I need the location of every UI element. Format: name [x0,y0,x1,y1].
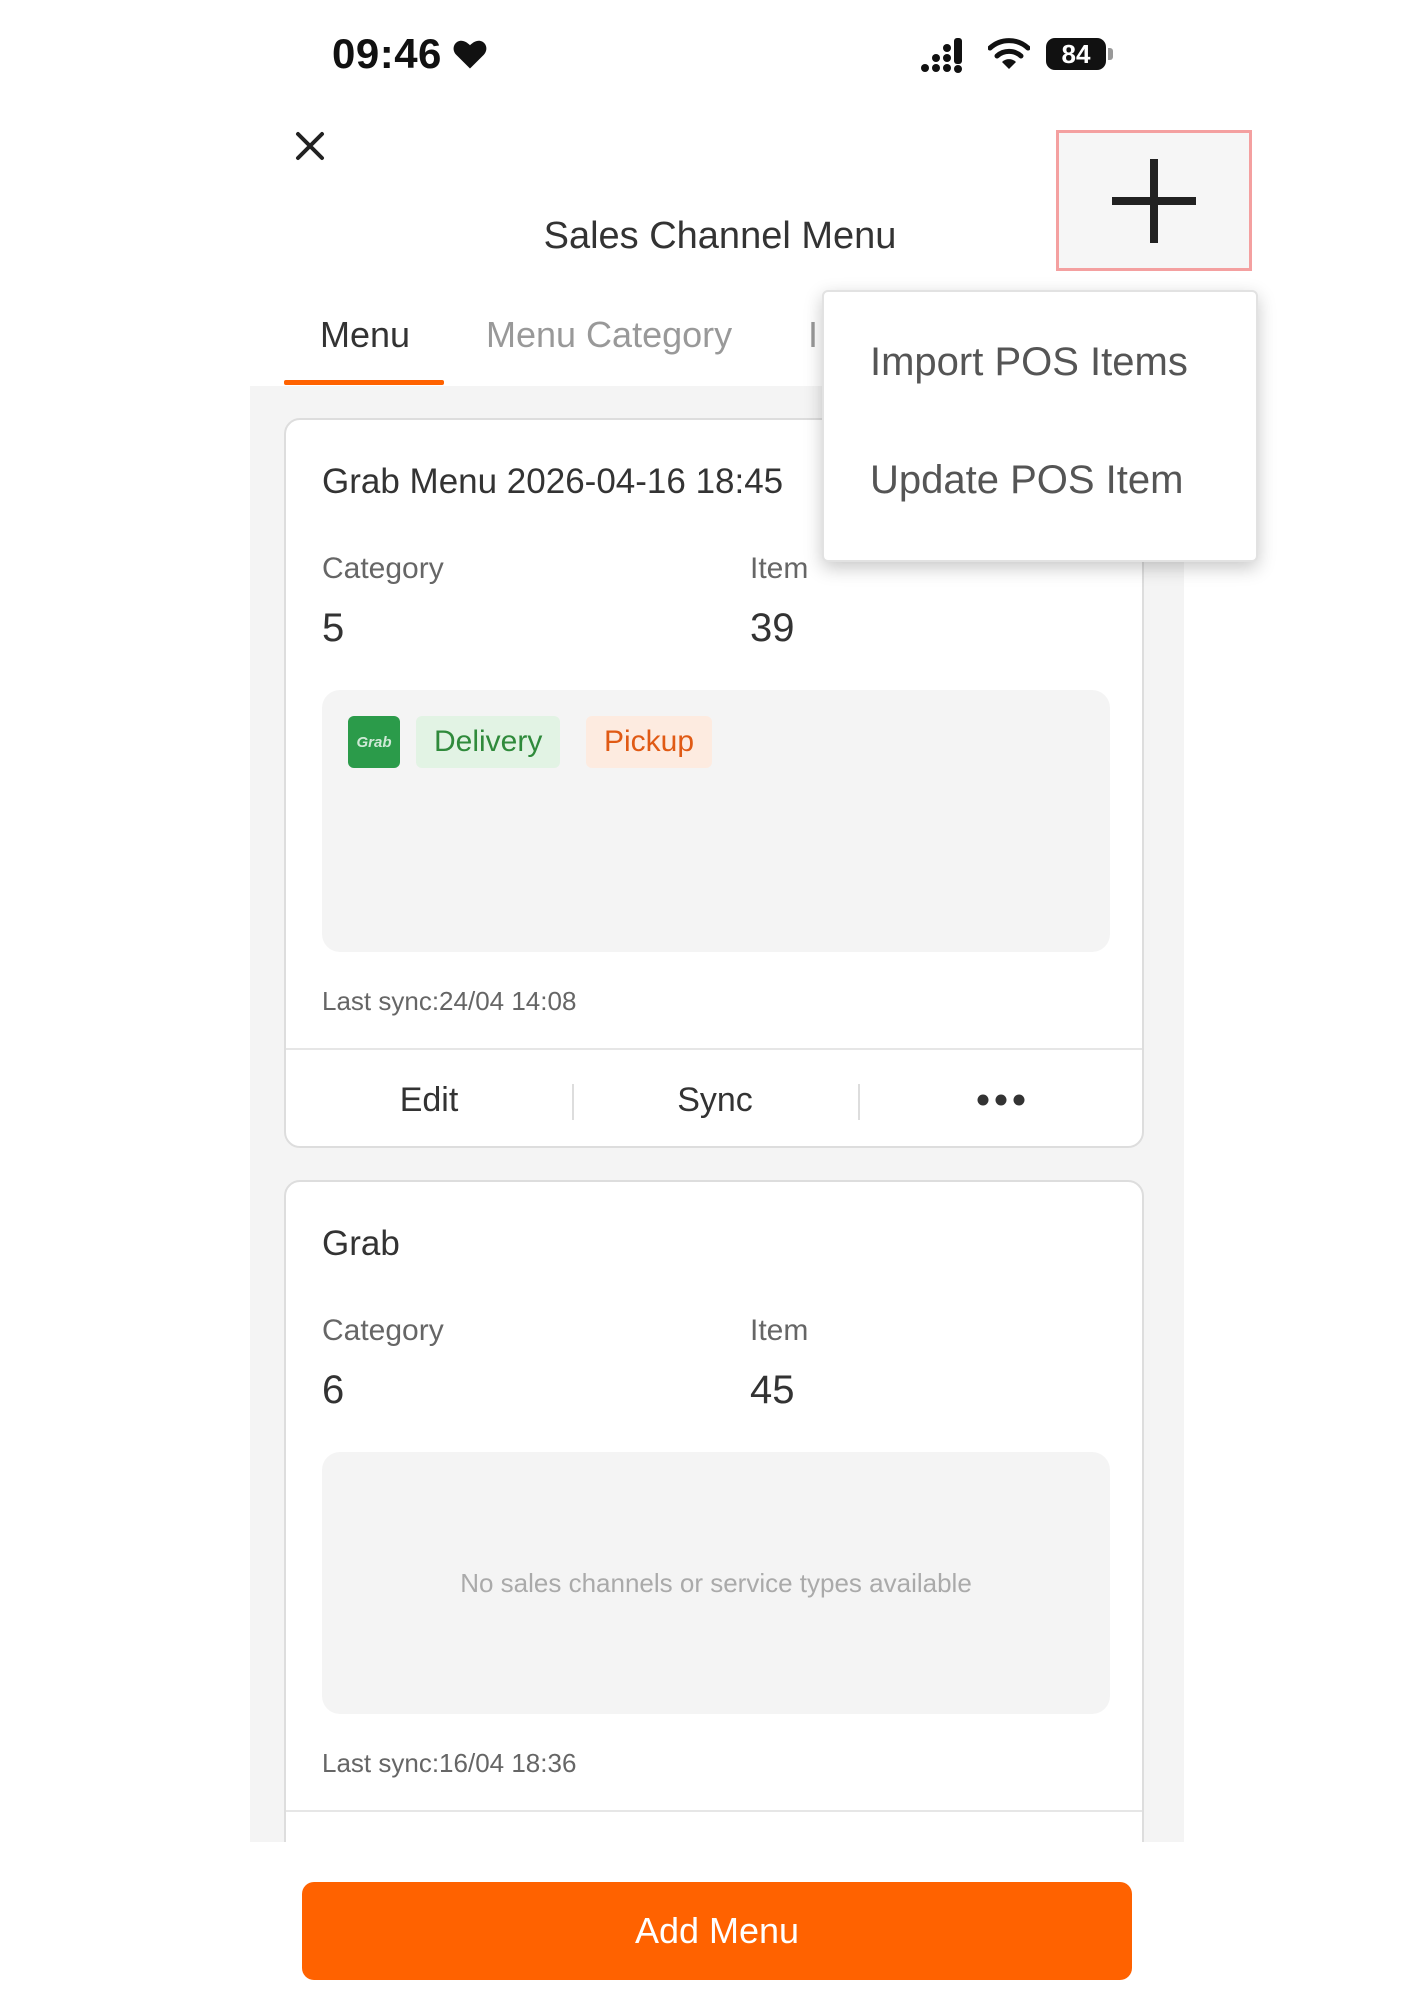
tab-menu-category[interactable]: Menu Category [486,314,732,356]
add-dropdown-menu: Import POS Items Update POS Item [822,290,1258,562]
pickup-tag: Pickup [586,716,713,768]
last-sync: Last sync:24/04 14:08 [322,986,577,1016]
page-title: Sales Channel Menu [543,215,897,257]
delivery-tag: Delivery [416,716,561,768]
plus-icon [1112,158,1196,243]
add-menu-button[interactable]: Add Menu [302,1882,1132,1980]
channel-box: No sales channels or service types avail… [322,1452,1110,1714]
more-button[interactable] [858,1050,1144,1150]
empty-channels-text: No sales channels or service types avail… [460,1567,972,1598]
wifi-icon [988,38,1030,69]
grab-logo: Grab [348,716,400,768]
menu-card[interactable]: Grab Category Item 6 45 No sales channel… [284,1180,1144,1842]
sync-button[interactable]: Sync [572,1050,858,1150]
card-actions [286,1810,1142,1842]
update-pos-item-option[interactable]: Update POS Item [870,458,1183,503]
close-icon[interactable] [290,126,330,166]
category-count: 5 [322,606,345,650]
tab-items[interactable]: I [808,314,818,356]
cellular-signal-icon [921,38,962,73]
more-icon [977,1094,1025,1106]
active-tab-indicator [284,380,444,385]
last-sync: Last sync:16/04 18:36 [322,1748,577,1778]
menu-title: Grab [322,1224,400,1263]
status-time: 09:46 [332,30,442,77]
category-label: Category [322,1314,444,1347]
import-pos-items-option[interactable]: Import POS Items [870,340,1188,385]
edit-button[interactable]: Edit [286,1050,572,1150]
category-label: Category [322,552,444,585]
card-actions: Edit Sync [286,1048,1142,1150]
item-count: 39 [750,606,795,650]
menu-title: Grab Menu 2026-04-16 18:45 [322,462,784,501]
item-label: Item [750,552,809,585]
channel-box: Grab Delivery Pickup [322,690,1110,952]
battery-cap [1108,48,1113,60]
tab-menu[interactable]: Menu [320,314,410,356]
menu-list: Grab Menu 2026-04-16 18:45 Category Item… [250,386,1184,1842]
item-label: Item [750,1314,809,1347]
add-button[interactable] [1056,130,1252,271]
category-count: 6 [322,1368,345,1412]
heart-icon [453,40,487,69]
battery-indicator: 84 [1046,38,1106,70]
item-count: 45 [750,1368,795,1412]
